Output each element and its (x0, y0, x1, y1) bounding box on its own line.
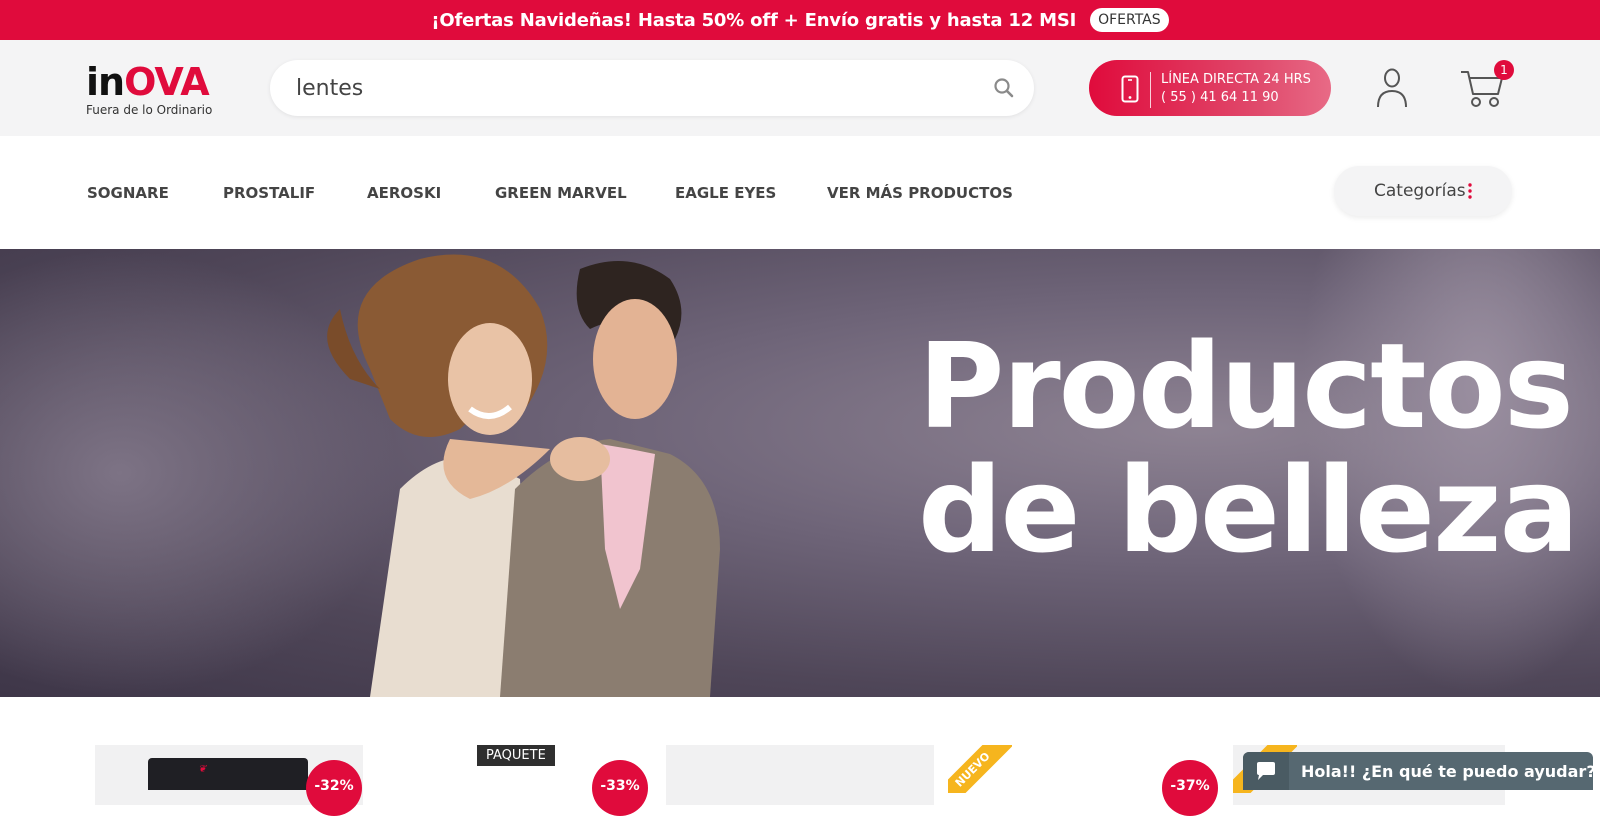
hero-couple-image (327, 254, 720, 697)
nuevo-ribbon-label: NUEVO (948, 745, 1012, 793)
search-icon[interactable] (992, 76, 1016, 100)
ofertas-button[interactable]: OFERTAS (1090, 8, 1169, 32)
nav-item-ver-mas[interactable]: VER MÁS PRODUCTOS (827, 184, 1013, 202)
chat-bubble-icon (1257, 762, 1275, 780)
hero-title-line-2: de belleza (918, 441, 1579, 579)
search-bar (270, 60, 1034, 116)
hotline-title: LÍNEA DIRECTA 24 HRS (1161, 72, 1311, 87)
product-image-logo: ❦ (198, 764, 207, 775)
nav-item-eagle-eyes[interactable]: EAGLE EYES (675, 184, 776, 202)
nav-item-sognare[interactable]: SOGNARE (87, 184, 169, 202)
logo-tagline: Fuera de lo Ordinario (86, 103, 213, 117)
search-input[interactable] (296, 70, 956, 106)
discount-badge: -37% (1162, 760, 1218, 816)
hotline-button[interactable]: LÍNEA DIRECTA 24 HRS ( 55 ) 41 64 11 90 (1089, 60, 1331, 116)
categories-label: Categorías (1374, 181, 1466, 201)
logo-dark-part: in (86, 60, 125, 104)
logo-wordmark: inOVA (86, 60, 210, 104)
discount-badge: -33% (592, 760, 648, 816)
cart-button[interactable]: 1 (1460, 60, 1514, 110)
categories-button[interactable]: Categorías (1334, 166, 1512, 216)
chat-widget[interactable]: Hola!! ¿En qué te puedo ayudar? (1243, 752, 1596, 790)
chat-icon-wrap (1243, 752, 1289, 790)
kebab-menu-icon (1468, 183, 1472, 199)
chat-prompt-text: Hola!! ¿En qué te puedo ayudar? (1301, 762, 1596, 781)
product-image: ❦ (148, 758, 308, 790)
hotline-divider (1150, 72, 1151, 108)
header: inOVA Fuera de lo Ordinario LÍNEA DIRECT… (0, 40, 1600, 136)
nav-item-prostalif[interactable]: PROSTALIF (223, 184, 315, 202)
discount-badge: -32% (306, 760, 362, 816)
phone-icon (1121, 75, 1139, 103)
nuevo-ribbon: NUEVO (948, 745, 1012, 793)
hotline-number: ( 55 ) 41 64 11 90 (1161, 90, 1279, 105)
promo-text: ¡Ofertas Navideñas! Hasta 50% off + Enví… (431, 9, 1077, 31)
main-nav: SOGNARE PROSTALIF AEROSKI GREEN MARVEL E… (0, 136, 1600, 249)
logo[interactable]: inOVA Fuera de lo Ordinario (86, 60, 216, 120)
user-icon[interactable] (1376, 68, 1408, 108)
logo-red-part: OVA (124, 60, 210, 104)
paquete-tag: PAQUETE (477, 745, 555, 766)
product-card[interactable] (666, 745, 934, 805)
nav-item-green-marvel[interactable]: GREEN MARVEL (495, 184, 627, 202)
nav-item-aeroski[interactable]: AEROSKI (367, 184, 441, 202)
cart-count-badge: 1 (1494, 60, 1514, 80)
hero-banner[interactable]: Productos de belleza (0, 249, 1600, 697)
hero-title-line-1: Productos (918, 317, 1574, 455)
promo-bar: ¡Ofertas Navideñas! Hasta 50% off + Enví… (0, 0, 1600, 40)
